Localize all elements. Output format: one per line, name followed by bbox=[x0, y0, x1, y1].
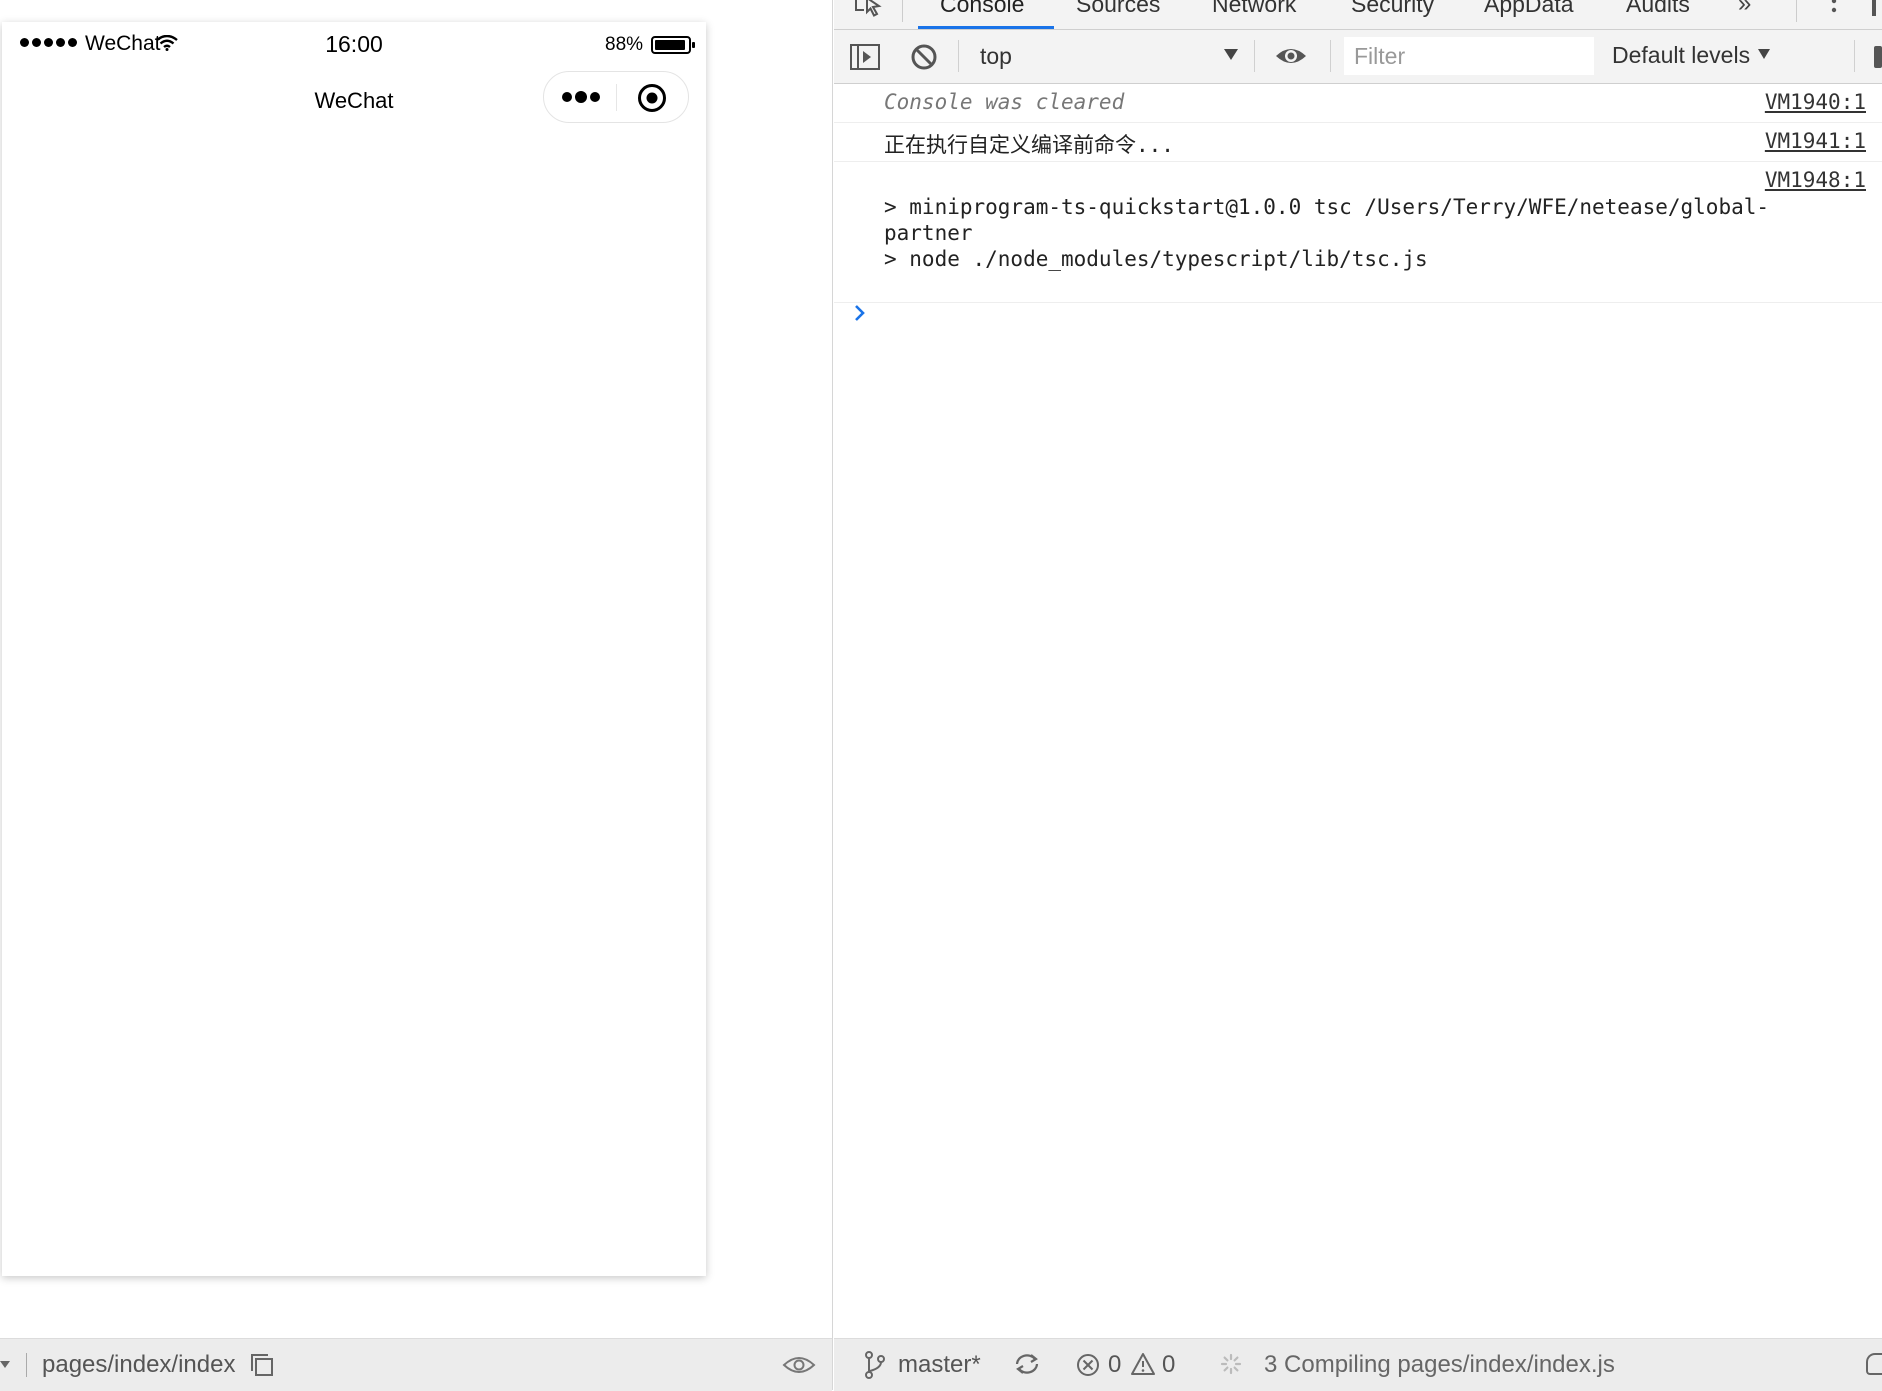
notification-bell-icon[interactable] bbox=[1866, 1353, 1882, 1375]
battery-icon bbox=[651, 36, 695, 54]
git-branch-name[interactable]: master* bbox=[898, 1351, 981, 1379]
capsule-divider bbox=[616, 84, 617, 111]
tab-sources[interactable]: Sources bbox=[1076, 0, 1160, 18]
context-select[interactable]: top bbox=[960, 38, 1230, 74]
console-message: Console was cleared VM1940:1 bbox=[834, 84, 1882, 123]
copy-icon[interactable] bbox=[250, 1353, 274, 1377]
toolbar-divider bbox=[1254, 40, 1255, 72]
devtools-pane: Console Sources Network Security AppData… bbox=[834, 0, 1882, 1391]
console-message-source-link[interactable]: VM1940:1 bbox=[1765, 90, 1866, 114]
dock-side-icon[interactable] bbox=[1872, 0, 1876, 16]
tab-divider bbox=[902, 0, 903, 22]
error-icon[interactable] bbox=[1076, 1353, 1100, 1377]
more-tabs-icon[interactable]: » bbox=[1738, 0, 1751, 18]
simulator-footer: pages/index/index bbox=[0, 1338, 832, 1391]
filter-input[interactable] bbox=[1344, 37, 1594, 75]
compile-status-text: 3 Compiling pages/index/index.js bbox=[1264, 1351, 1615, 1378]
tab-divider bbox=[1796, 0, 1797, 22]
tab-console[interactable]: Console bbox=[940, 0, 1024, 18]
tab-security[interactable]: Security bbox=[1351, 0, 1434, 18]
context-select-value: top bbox=[980, 43, 1012, 69]
git-branch-icon[interactable] bbox=[864, 1351, 886, 1379]
console-output[interactable]: Console was cleared VM1940:1 正在执行自定义编译前命… bbox=[834, 84, 1882, 1336]
console-message-source-link[interactable]: VM1948:1 bbox=[1765, 168, 1866, 192]
warning-icon[interactable] bbox=[1130, 1352, 1156, 1376]
active-tab-indicator bbox=[918, 26, 1054, 29]
console-message: 正在执行自定义编译前命令... VM1941:1 bbox=[834, 123, 1882, 162]
chevron-down-icon[interactable] bbox=[1224, 49, 1238, 60]
console-toolbar: top Default levels bbox=[834, 30, 1882, 84]
tab-network[interactable]: Network bbox=[1212, 0, 1296, 18]
phone-screen[interactable]: WeChat 16:00 88% WeChat bbox=[2, 22, 706, 1276]
sync-icon[interactable] bbox=[1014, 1352, 1040, 1376]
footer-divider bbox=[26, 1353, 27, 1377]
toolbar-divider bbox=[1854, 40, 1855, 72]
eye-icon[interactable] bbox=[782, 1355, 816, 1375]
simulator-pane: WeChat 16:00 88% WeChat pages/index/inde… bbox=[0, 0, 833, 1391]
warning-count: 0 bbox=[1162, 1351, 1176, 1378]
tab-audits[interactable]: Audits bbox=[1626, 0, 1690, 18]
kebab-menu-icon[interactable] bbox=[1830, 0, 1838, 18]
console-message-text: Console was cleared bbox=[884, 90, 1125, 114]
console-message-source-link[interactable]: VM1941:1 bbox=[1765, 129, 1866, 153]
console-message-text: 正在执行自定义编译前命令... bbox=[884, 133, 1174, 157]
console-message-text: > miniprogram-ts-quickstart@1.0.0 tsc /U… bbox=[884, 195, 1770, 271]
live-expression-eye-icon[interactable] bbox=[1274, 45, 1308, 67]
status-time: 16:00 bbox=[325, 31, 383, 57]
clear-console-icon[interactable] bbox=[910, 43, 938, 71]
toolbar-divider bbox=[1330, 40, 1331, 72]
loading-spinner-icon bbox=[1220, 1353, 1242, 1375]
more-icon[interactable] bbox=[562, 90, 602, 104]
caret-down-icon[interactable] bbox=[0, 1361, 10, 1368]
error-count: 0 bbox=[1108, 1351, 1122, 1378]
page-path: pages/index/index bbox=[42, 1351, 236, 1378]
phone-status-bar: WeChat 16:00 88% bbox=[2, 22, 706, 66]
battery-percent: 88% bbox=[605, 34, 644, 55]
console-message: VM1948:1 > miniprogram-ts-quickstart@1.0… bbox=[834, 162, 1882, 303]
chevron-down-icon bbox=[1758, 49, 1771, 59]
toolbar-divider bbox=[958, 40, 959, 72]
console-settings-icon[interactable] bbox=[1874, 46, 1882, 68]
log-levels-select[interactable]: Default levels bbox=[1612, 42, 1771, 69]
menu-capsule bbox=[543, 71, 689, 123]
log-levels-value: Default levels bbox=[1612, 42, 1751, 68]
tab-appdata[interactable]: AppData bbox=[1484, 0, 1574, 18]
sidebar-toggle-icon[interactable] bbox=[850, 44, 880, 70]
devtools-tab-bar: Console Sources Network Security AppData… bbox=[834, 0, 1882, 30]
inspect-icon[interactable] bbox=[854, 0, 884, 18]
devtools-status-bar: master* 0 0 3 Compiling pages/index/inde… bbox=[834, 1338, 1882, 1391]
console-prompt-icon bbox=[855, 305, 865, 321]
close-capsule-icon[interactable] bbox=[637, 83, 667, 113]
